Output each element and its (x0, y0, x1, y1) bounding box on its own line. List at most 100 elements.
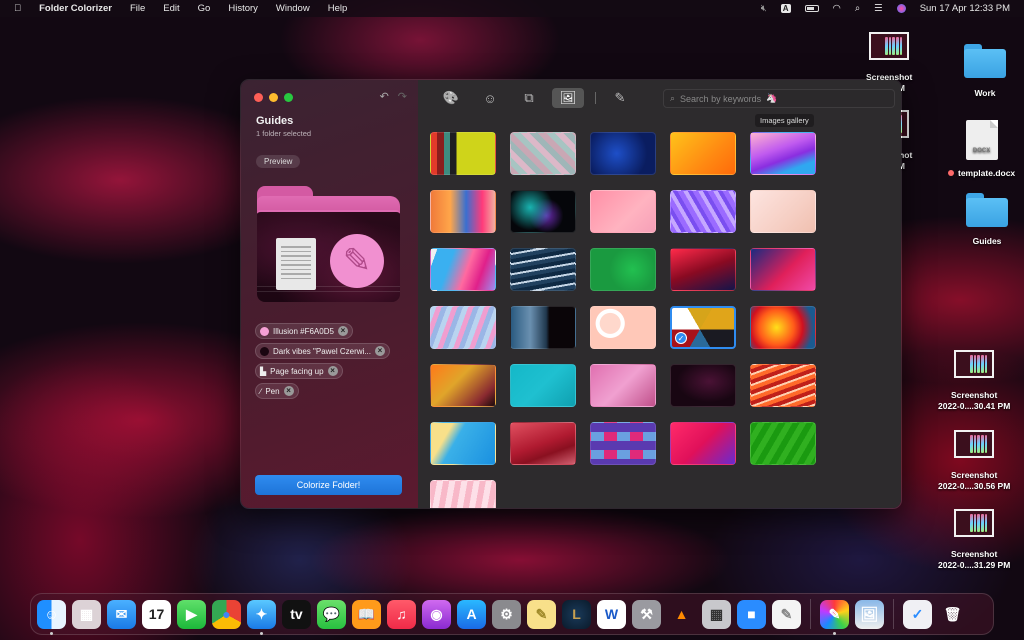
dock-music[interactable]: ♫ (387, 599, 416, 629)
gallery-image-tile[interactable] (750, 248, 816, 291)
dock-chrome[interactable]: ● (212, 599, 241, 629)
gallery-image-tile[interactable] (430, 248, 496, 291)
input-source-icon[interactable]: A (780, 4, 791, 13)
dock-finder[interactable]: ☺ (37, 599, 66, 635)
dock-notes[interactable]: ✎ (527, 599, 556, 629)
search-input[interactable]: ⌕ Search by keywords 🦄 (663, 89, 895, 108)
gallery-image-tile[interactable]: ✓ (670, 306, 736, 349)
gallery-image-tile[interactable] (750, 132, 816, 175)
remove-chip-icon[interactable]: × (374, 346, 385, 356)
remove-chip-icon[interactable]: × (327, 366, 338, 376)
minimize-button[interactable] (269, 93, 278, 102)
gallery-image-tile[interactable] (510, 190, 576, 233)
dock-git-tool[interactable]: ⚒ (632, 599, 661, 629)
gallery-image-tile[interactable] (430, 364, 496, 407)
dock-books[interactable]: 📖 (352, 599, 381, 629)
gallery-image-tile[interactable] (430, 306, 496, 349)
dock-facetime[interactable]: ▶ (177, 599, 206, 629)
dock-preview[interactable]: 🖼 (855, 599, 884, 629)
gallery-image-tile[interactable] (510, 132, 576, 175)
tab-palette[interactable]: 🎨 (435, 88, 467, 108)
menu-history[interactable]: History (228, 3, 258, 14)
dock-folder-colorizer[interactable]: ✎ (820, 599, 849, 635)
redo-icon[interactable]: ↷ (398, 90, 407, 103)
gallery-image-tile[interactable] (510, 248, 576, 291)
dock-system-preferences[interactable]: ⚙ (492, 599, 521, 629)
chip-image[interactable]: Dark vibes "Pawel Czerwi... × (255, 343, 390, 359)
dock-calculator[interactable]: ▦ (702, 599, 731, 629)
dock-app-store[interactable]: A (457, 599, 486, 629)
gallery-image-tile[interactable] (590, 364, 656, 407)
chip-color[interactable]: Illusion #F6A0D5 × (255, 323, 353, 339)
chip-emoji-page[interactable]: ▙ Page facing up × (255, 363, 343, 379)
undo-icon[interactable]: ↶ (380, 90, 389, 103)
dock-vlc[interactable]: ▲ (667, 600, 696, 629)
wifi-icon[interactable]: ◠ (833, 3, 841, 14)
gallery-image-tile[interactable] (590, 190, 656, 233)
battery-icon[interactable] (804, 5, 819, 12)
gallery-image-tile[interactable] (750, 190, 816, 233)
dock-apple-tv[interactable]: tv (282, 599, 311, 629)
zoom-button[interactable] (284, 93, 293, 102)
menu-edit[interactable]: Edit (163, 3, 179, 14)
app-menu[interactable]: Folder Colorizer (39, 3, 112, 14)
menu-window[interactable]: Window (276, 3, 310, 14)
desktop-folder-guides[interactable]: Guides (966, 193, 1008, 247)
dock-trash[interactable]: 🗑 (938, 600, 967, 629)
remove-chip-icon[interactable]: × (337, 326, 348, 336)
tab-color-picker[interactable]: ✎ (604, 88, 636, 108)
desktop-folder-work[interactable]: Work (964, 44, 1006, 99)
menu-go[interactable]: Go (198, 3, 211, 14)
dock-microsoft-word[interactable]: W (597, 599, 626, 629)
spotlight-icon[interactable]: ⌕ (855, 3, 860, 14)
gallery-image-tile[interactable] (510, 306, 576, 349)
remove-chip-icon[interactable]: × (283, 386, 294, 396)
gallery-image-tile[interactable] (670, 190, 736, 233)
dock-league-of-legends[interactable]: L (562, 599, 591, 629)
tab-shapes[interactable]: ⧉ (513, 88, 545, 108)
dock-mail[interactable]: ✉ (107, 599, 136, 629)
dock-messages[interactable]: 💬 (317, 599, 346, 629)
dock-downloads-stack[interactable]: ✓ (903, 599, 932, 629)
clock[interactable]: Sun 17 Apr 12:33 PM (920, 3, 1010, 14)
gallery-image-tile[interactable] (590, 422, 656, 465)
vlc-icon: ▲ (674, 606, 689, 622)
gallery-image-tile[interactable] (590, 248, 656, 291)
dock-launchpad[interactable]: ▦ (72, 599, 101, 629)
gallery-image-tile[interactable] (670, 364, 736, 407)
tab-images-gallery[interactable]: 🖼 (552, 88, 584, 108)
siri-icon[interactable] (896, 4, 906, 13)
desktop-screenshot-5[interactable]: Screenshot 2022-0....31.29 PM (938, 509, 1010, 572)
chip-symbol-pen[interactable]: ∕ Pen × (255, 383, 299, 399)
dock-safari[interactable]: ✦ (247, 599, 276, 635)
gallery-image-tile[interactable] (670, 422, 736, 465)
gallery-image-tile[interactable] (430, 132, 496, 175)
gallery-image-tile[interactable] (750, 364, 816, 407)
control-center-icon[interactable]: ☰ (874, 3, 883, 14)
menu-help[interactable]: Help (328, 3, 348, 14)
desktop-screenshot-3[interactable]: Screenshot 2022-0....30.41 PM (938, 350, 1010, 413)
dock-textedit[interactable]: ✎ (772, 599, 801, 629)
gallery-image-tile[interactable] (430, 480, 496, 508)
gallery-image-tile[interactable] (430, 190, 496, 233)
colorize-folder-button[interactable]: Colorize Folder! (255, 475, 402, 495)
menu-file[interactable]: File (130, 3, 145, 14)
dock-podcasts[interactable]: ◉ (422, 599, 451, 629)
gallery-image-tile[interactable] (510, 364, 576, 407)
gallery-image-tile[interactable] (750, 422, 816, 465)
gallery-image-tile[interactable] (590, 132, 656, 175)
dock-calendar[interactable]: 17 (142, 599, 171, 629)
gallery-image-tile[interactable] (510, 422, 576, 465)
gallery-image-tile[interactable] (670, 132, 736, 175)
tab-emoji[interactable]: ☺ (474, 88, 506, 108)
gallery-image-tile[interactable] (590, 306, 656, 349)
close-button[interactable] (254, 93, 263, 102)
desktop-screenshot-4[interactable]: Screenshot 2022-0....30.56 PM (938, 430, 1010, 493)
apple-menu-icon[interactable]:  (14, 3, 21, 14)
dock-zoom[interactable]: ■ (737, 599, 766, 629)
desktop-file-template-docx[interactable]: DOCX template.docx (948, 120, 1015, 179)
gallery-image-tile[interactable] (670, 248, 736, 291)
mute-icon[interactable]: 🔇︎ (761, 3, 767, 14)
gallery-image-tile[interactable] (430, 422, 496, 465)
gallery-image-tile[interactable] (750, 306, 816, 349)
